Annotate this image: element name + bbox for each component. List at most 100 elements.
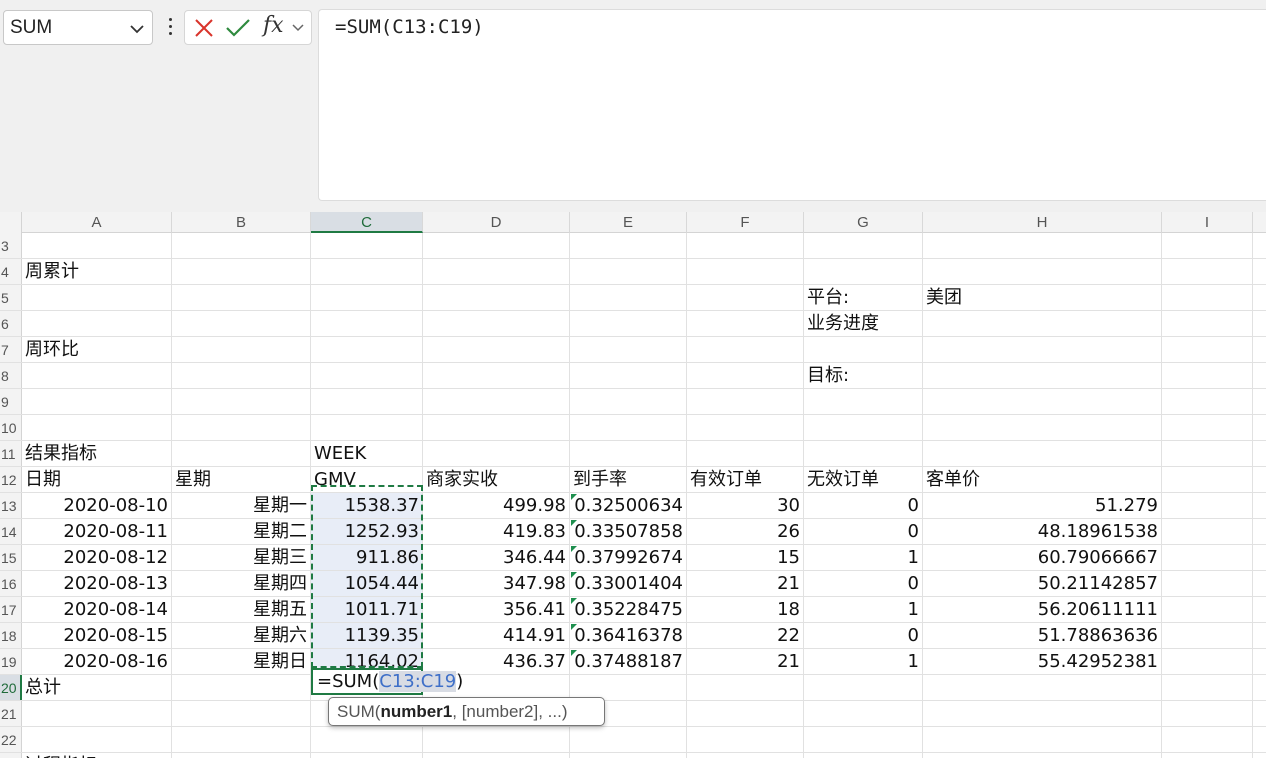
cell-b12[interactable]: 星期	[172, 467, 311, 492]
cell-c18[interactable]: 1139.35	[311, 623, 423, 648]
cell-g7[interactable]	[804, 337, 923, 362]
cell-f10[interactable]	[687, 415, 804, 440]
cell-h7[interactable]	[923, 337, 1162, 362]
cell-f18[interactable]: 22	[687, 623, 804, 648]
cell-b11[interactable]	[172, 441, 311, 466]
cell-a17[interactable]: 2020-08-14	[22, 597, 172, 622]
cell-g22[interactable]	[804, 727, 923, 752]
cell-b6[interactable]	[172, 311, 311, 336]
cell-f8[interactable]	[687, 363, 804, 388]
cell-i23[interactable]	[1162, 753, 1253, 758]
cell-a19[interactable]: 2020-08-16	[22, 649, 172, 674]
row-header-21[interactable]: 21	[0, 701, 22, 726]
cell-i10[interactable]	[1162, 415, 1253, 440]
cell-a22[interactable]	[22, 727, 172, 752]
cell-h21[interactable]	[923, 701, 1162, 726]
cell-h18[interactable]: 51.78863636	[923, 623, 1162, 648]
cell-h4[interactable]	[923, 259, 1162, 284]
cell-h3[interactable]	[923, 233, 1162, 258]
cell-i19[interactable]	[1162, 649, 1253, 674]
cell-a21[interactable]	[22, 701, 172, 726]
cell-a8[interactable]	[22, 363, 172, 388]
cell-f22[interactable]	[687, 727, 804, 752]
cell-b8[interactable]	[172, 363, 311, 388]
cell-c9[interactable]	[311, 389, 423, 414]
cell-h19[interactable]: 55.42952381	[923, 649, 1162, 674]
cell-b21[interactable]	[172, 701, 311, 726]
cell-b13[interactable]: 星期一	[172, 493, 311, 518]
cell-d11[interactable]	[423, 441, 570, 466]
cell-a10[interactable]	[22, 415, 172, 440]
cell-c16[interactable]: 1054.44	[311, 571, 423, 596]
cell-e9[interactable]	[570, 389, 687, 414]
cell-b16[interactable]: 星期四	[172, 571, 311, 596]
cell-f14[interactable]: 26	[687, 519, 804, 544]
cell-e6[interactable]	[570, 311, 687, 336]
row-header-15[interactable]: 15	[0, 545, 22, 570]
select-all-corner[interactable]	[0, 212, 22, 233]
cell-a15[interactable]: 2020-08-12	[22, 545, 172, 570]
cell-e10[interactable]	[570, 415, 687, 440]
cell-h15[interactable]: 60.79066667	[923, 545, 1162, 570]
cell-d22[interactable]	[423, 727, 570, 752]
function-tooltip[interactable]: SUM(number1, [number2], ...)	[328, 697, 605, 726]
cell-a23[interactable]: 过程指标	[22, 753, 172, 758]
cell-f13[interactable]: 30	[687, 493, 804, 518]
cell-f4[interactable]	[687, 259, 804, 284]
cell-b23[interactable]	[172, 753, 311, 758]
cell-g5[interactable]: 平台:	[804, 285, 923, 310]
cell-f12[interactable]: 有效订单	[687, 467, 804, 492]
cell-d8[interactable]	[423, 363, 570, 388]
row-header-13[interactable]: 13	[0, 493, 22, 518]
cell-g15[interactable]: 1	[804, 545, 923, 570]
cell-e7[interactable]	[570, 337, 687, 362]
row-header-19[interactable]: 19	[0, 649, 22, 674]
cell-f23[interactable]	[687, 753, 804, 758]
cell-g16[interactable]: 0	[804, 571, 923, 596]
cell-e16[interactable]: 0.33001404	[570, 571, 687, 596]
cell-i12[interactable]	[1162, 467, 1253, 492]
row-header-23[interactable]: 23	[0, 753, 22, 758]
cell-a11[interactable]: 结果指标	[22, 441, 172, 466]
cell-h22[interactable]	[923, 727, 1162, 752]
cell-g14[interactable]: 0	[804, 519, 923, 544]
row-header-12[interactable]: 12	[0, 467, 22, 492]
cell-i11[interactable]	[1162, 441, 1253, 466]
cell-d6[interactable]	[423, 311, 570, 336]
cell-a14[interactable]: 2020-08-11	[22, 519, 172, 544]
cell-i21[interactable]	[1162, 701, 1253, 726]
cell-c23[interactable]: WEEK	[311, 753, 423, 758]
cancel-icon[interactable]	[193, 17, 215, 39]
cell-c11[interactable]: WEEK	[311, 441, 423, 466]
column-header-b[interactable]: B	[172, 212, 311, 233]
cell-i16[interactable]	[1162, 571, 1253, 596]
cell-g9[interactable]	[804, 389, 923, 414]
cell-h9[interactable]	[923, 389, 1162, 414]
cell-d10[interactable]	[423, 415, 570, 440]
cell-h8[interactable]	[923, 363, 1162, 388]
cell-i13[interactable]	[1162, 493, 1253, 518]
cell-a18[interactable]: 2020-08-15	[22, 623, 172, 648]
row-header-9[interactable]: 9	[0, 389, 22, 414]
cell-a9[interactable]	[22, 389, 172, 414]
cell-c14[interactable]: 1252.93	[311, 519, 423, 544]
column-header-i[interactable]: I	[1162, 212, 1253, 233]
cell-h10[interactable]	[923, 415, 1162, 440]
row-header-11[interactable]: 11	[0, 441, 22, 466]
tooltip-current-arg[interactable]: number1	[380, 702, 452, 721]
row-header-5[interactable]: 5	[0, 285, 22, 310]
active-cell-c20[interactable]: =SUM(C13:C19)	[311, 668, 463, 695]
cell-b14[interactable]: 星期二	[172, 519, 311, 544]
cell-e18[interactable]: 0.36416378	[570, 623, 687, 648]
cell-g3[interactable]	[804, 233, 923, 258]
cell-f17[interactable]: 18	[687, 597, 804, 622]
cell-b5[interactable]	[172, 285, 311, 310]
column-header-f[interactable]: F	[687, 212, 804, 233]
cell-f7[interactable]	[687, 337, 804, 362]
cell-a3[interactable]	[22, 233, 172, 258]
cell-h11[interactable]	[923, 441, 1162, 466]
cell-g21[interactable]	[804, 701, 923, 726]
cell-d23[interactable]	[423, 753, 570, 758]
cell-h14[interactable]: 48.18961538	[923, 519, 1162, 544]
row-header-14[interactable]: 14	[0, 519, 22, 544]
